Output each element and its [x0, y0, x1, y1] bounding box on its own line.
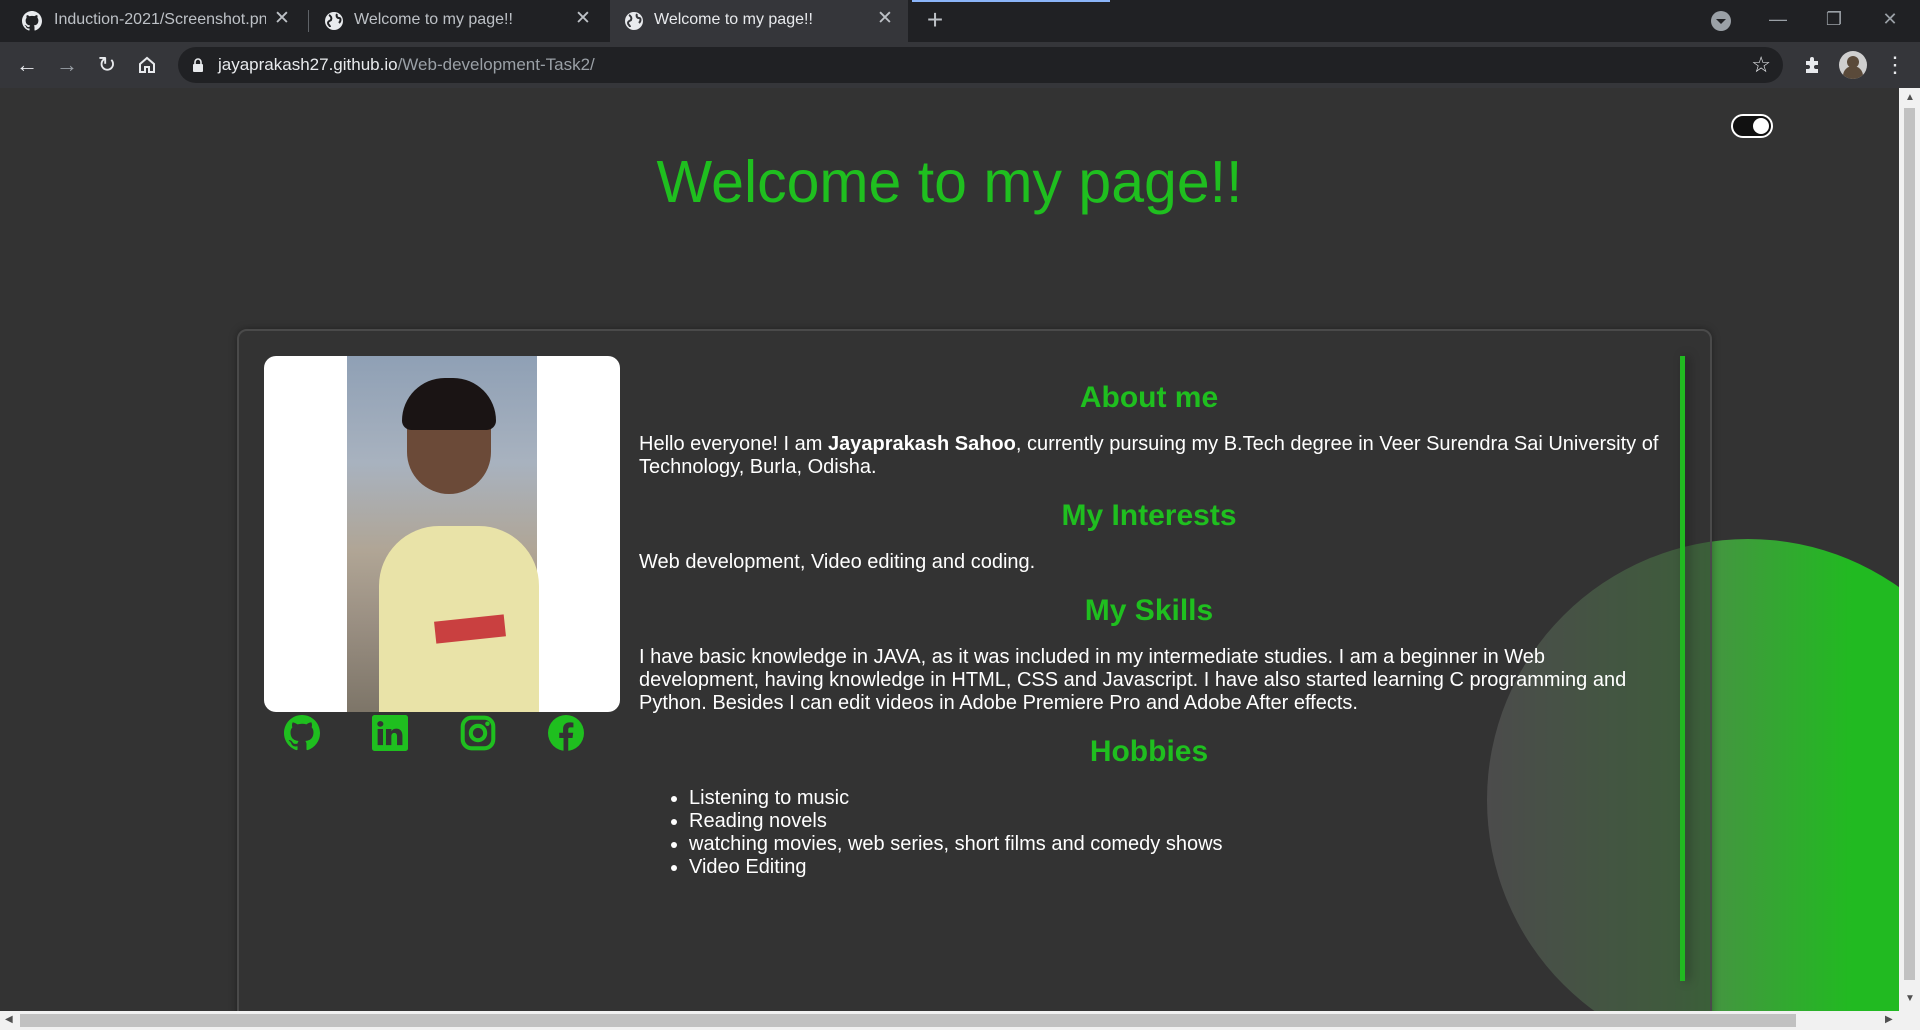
scroll-left-icon[interactable]: ◀ — [5, 1014, 13, 1025]
forward-icon[interactable]: → — [52, 50, 82, 80]
minimize-icon[interactable]: — — [1750, 0, 1806, 38]
new-tab-button[interactable]: + — [920, 6, 950, 36]
loading-indicator — [912, 0, 1110, 2]
close-icon[interactable]: ✕ — [271, 8, 293, 30]
close-window-icon[interactable]: ✕ — [1862, 0, 1918, 38]
scroll-up-icon[interactable]: ▲ — [1905, 92, 1915, 103]
page-title: Welcome to my page!! — [656, 149, 1243, 215]
toggle-knob — [1753, 118, 1769, 134]
theme-toggle[interactable] — [1731, 114, 1773, 138]
about-intro: Hello everyone! I am — [639, 433, 828, 455]
kebab-menu-icon[interactable]: ⋮ — [1884, 51, 1906, 79]
profile-photo-frame — [264, 356, 620, 712]
vertical-scrollbar[interactable]: ▲ ▼ — [1899, 88, 1920, 1011]
puzzle-icon — [1806, 57, 1818, 73]
home-icon-glyph — [139, 56, 155, 73]
about-heading: About me — [1079, 381, 1219, 414]
list-item: watching movies, web series, short films… — [689, 833, 1659, 856]
github-icon[interactable] — [284, 715, 320, 751]
interests-text: Web development, Video editing and codin… — [639, 551, 1036, 573]
lock-icon — [193, 58, 203, 72]
back-icon[interactable]: ← — [12, 50, 42, 80]
horizontal-scroll-thumb[interactable] — [20, 1014, 1796, 1027]
tab-separator — [308, 10, 309, 32]
url-host: jayaprakash27.github.io — [218, 55, 398, 74]
scroll-right-icon[interactable]: ▶ — [1885, 1014, 1893, 1025]
browser-toolbar: ← → ↻ jayaprakash27.github.io/Web-develo… — [0, 42, 1920, 88]
tab-welcome-active[interactable]: Welcome to my page!! ✕ — [610, 0, 908, 42]
skills-text: I have basic knowledge in JAVA, as it wa… — [639, 646, 1627, 714]
profile-card: About me Hello everyone! I am Jayaprakas… — [237, 329, 1712, 1011]
scroll-down-icon[interactable]: ▼ — [1905, 993, 1915, 1004]
profile-photo — [347, 356, 539, 712]
url-path: /Web-development-Task2/ — [397, 55, 595, 74]
url-text: jayaprakash27.github.io/Web-development-… — [218, 55, 595, 75]
bookmark-star-icon[interactable]: ☆ — [1751, 52, 1771, 78]
home-icon[interactable] — [132, 50, 162, 80]
linkedin-icon[interactable] — [372, 715, 408, 751]
accent-divider — [1680, 356, 1685, 981]
hobbies-list: Listening to music Reading novels watchi… — [639, 787, 1659, 879]
photo-hair — [402, 378, 496, 430]
tab-title: Induction-2021/Screenshot.png at main · … — [54, 11, 266, 28]
page-viewport: Welcome to my page!! About me Hello ever… — [0, 88, 1899, 1011]
author-name: Jayaprakash Sahoo — [827, 433, 1016, 455]
globe-icon — [625, 12, 643, 30]
address-bar[interactable]: jayaprakash27.github.io/Web-development-… — [178, 47, 1783, 83]
github-icon — [22, 11, 42, 31]
skills-heading: My Skills — [1084, 594, 1214, 627]
hobbies-heading: Hobbies — [1089, 735, 1209, 768]
horizontal-scrollbar[interactable]: ◀ ▶ — [0, 1011, 1920, 1030]
tab-welcome-1[interactable]: Welcome to my page!! ✕ — [310, 0, 606, 42]
reload-icon[interactable]: ↻ — [92, 50, 122, 80]
instagram-icon[interactable] — [460, 715, 496, 751]
globe-icon — [325, 12, 343, 30]
list-item: Listening to music — [689, 787, 1659, 810]
social-links — [264, 715, 620, 763]
close-icon[interactable]: ✕ — [874, 8, 896, 30]
list-item: Video Editing — [689, 856, 1659, 879]
about-content: About me Hello everyone! I am Jayaprakas… — [639, 381, 1659, 879]
about-text: Hello everyone! I am Jayaprakash Sahoo, … — [639, 433, 1659, 479]
profile-avatar[interactable] — [1839, 51, 1867, 79]
restore-icon[interactable]: ❐ — [1806, 0, 1862, 38]
interests-heading: My Interests — [1061, 499, 1237, 532]
tab-github-screenshot[interactable]: Induction-2021/Screenshot.png at main · … — [0, 0, 305, 42]
vertical-scroll-thumb[interactable] — [1904, 108, 1915, 980]
close-icon[interactable]: ✕ — [572, 8, 594, 30]
tab-search-icon[interactable] — [1711, 11, 1731, 31]
tab-title: Welcome to my page!! — [654, 11, 813, 28]
tab-strip: Induction-2021/Screenshot.png at main · … — [0, 0, 1920, 42]
list-item: Reading novels — [689, 810, 1659, 833]
facebook-icon[interactable] — [548, 715, 584, 751]
tab-title: Welcome to my page!! — [354, 11, 513, 28]
extensions-icon[interactable] — [1800, 52, 1826, 78]
